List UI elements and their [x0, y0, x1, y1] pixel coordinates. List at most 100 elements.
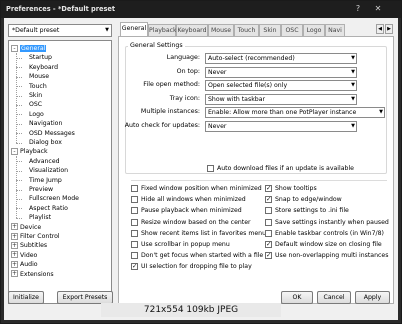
tree-item-advanced[interactable]: Advanced [29, 157, 60, 166]
expand-icon[interactable]: + [11, 223, 18, 231]
expand-icon[interactable]: + [11, 241, 18, 249]
setting-combo-value: Open selected file(s) only [208, 82, 288, 89]
tree-item-playback[interactable]: - Playback [11, 147, 48, 156]
tab-skin[interactable]: Skin [259, 24, 281, 36]
expand-icon[interactable]: + [11, 251, 18, 259]
tree-item-skin[interactable]: Skin [29, 91, 42, 100]
checkbox-icon[interactable] [265, 229, 272, 237]
tree-item-dialog-box[interactable]: Dialog box [29, 138, 62, 147]
tree-item-startup[interactable]: Startup [29, 53, 52, 62]
checkbox-icon[interactable] [131, 252, 138, 260]
chevron-down-icon: ▼ [351, 68, 355, 75]
tab-touch[interactable]: Touch [234, 24, 259, 36]
tree-item-osc[interactable]: OSC [29, 100, 42, 109]
option-checkbox[interactable]: Save settings instantly when paused [265, 218, 389, 227]
tab-scroll-right-icon[interactable]: ▶ [385, 24, 393, 34]
checkbox-icon[interactable] [131, 229, 138, 237]
tree-item-fullscreen-mode[interactable]: Fullscreen Mode [29, 194, 79, 203]
checkbox-icon[interactable] [131, 185, 138, 192]
tree-item-label: Preview [29, 186, 54, 193]
checkbox-checked-icon[interactable]: ✓ [131, 263, 138, 271]
setting-combo[interactable]: Show with taskbar ▼ [205, 93, 357, 105]
cancel-button[interactable]: Cancel [317, 291, 351, 304]
setting-combo[interactable]: Open selected file(s) only ▼ [205, 80, 357, 91]
tree-item-aspect-ratio[interactable]: Aspect Ratio [29, 204, 68, 213]
checkbox-icon[interactable] [131, 207, 138, 215]
checkbox-icon[interactable] [131, 218, 138, 226]
tab-navi[interactable]: Navi [325, 24, 345, 36]
tab-keyboard[interactable]: Keyboard [176, 24, 208, 36]
tab-general[interactable]: General [120, 22, 148, 36]
checkbox-icon[interactable] [207, 165, 214, 172]
checkbox-icon[interactable] [265, 218, 272, 226]
checkbox-checked-icon[interactable]: ✓ [265, 185, 272, 192]
collapse-icon[interactable]: - [11, 147, 18, 155]
checkbox-icon[interactable] [131, 241, 138, 248]
dialog-client: *Default preset ▼ - General Startup Keyboar… [4, 18, 398, 320]
setting-combo[interactable]: Enable: Allow more than one PotPlayer in… [205, 107, 385, 118]
collapse-icon[interactable]: - [11, 44, 18, 52]
option-checkbox[interactable]: Hide all windows when minimized [131, 196, 246, 204]
tree-item-time-jump[interactable]: Time Jump [29, 176, 62, 185]
option-checkbox[interactable]: ✓ UI selection for dropping file to play [131, 263, 252, 271]
expand-icon[interactable]: + [11, 260, 18, 268]
general-settings-title: General Settings [128, 42, 185, 49]
expand-icon[interactable]: + [11, 270, 18, 278]
option-checkbox[interactable]: Store settings to .ini file [265, 207, 349, 215]
checkbox-icon[interactable] [131, 196, 138, 204]
preset-select[interactable]: *Default preset ▼ [8, 24, 112, 37]
tree-item-logo[interactable]: Logo [29, 110, 44, 119]
option-checkbox[interactable]: ✓ Use non-overlapping multi instances [265, 252, 388, 260]
ok-button[interactable]: OK [281, 291, 313, 304]
option-checkbox[interactable]: Enable taskbar controls (in Win7/8) [265, 229, 384, 238]
tree-item-general[interactable]: - General [11, 44, 47, 53]
tab-scroll-left-icon[interactable]: ◀ [376, 24, 384, 34]
tree-item-audio[interactable]: + Audio [11, 260, 38, 269]
setting-combo[interactable]: Never ▼ [205, 120, 357, 132]
tree-item-osd-messages[interactable]: OSD Messages [29, 129, 75, 138]
apply-button[interactable]: Apply [355, 291, 390, 304]
setting-combo[interactable]: Never ▼ [205, 66, 357, 78]
option-checkbox[interactable]: Resize window based on the center [131, 218, 251, 227]
tree-item-navigation[interactable]: Navigation [29, 119, 62, 128]
tree-item-preview[interactable]: Preview [29, 185, 53, 194]
tree-item-subtitles[interactable]: + Subtitles [11, 241, 47, 250]
settings-tree[interactable]: - General Startup Keyboard Mouse Touch Skin OSC… [8, 40, 112, 304]
setting-label: Multiple instances: [140, 108, 200, 115]
setting-combo[interactable]: Auto-select (recommended) ▼ [205, 53, 357, 64]
tab-osc[interactable]: OSC [281, 24, 303, 36]
preferences-window: Preferences - *Default preset ? ✕ *Defau… [0, 0, 402, 324]
general-tab-page: General Settings Language: Auto-select (r… [118, 36, 394, 304]
tab-playback[interactable]: Playback [148, 24, 177, 36]
checkbox-checked-icon[interactable]: ✓ [265, 196, 272, 204]
tree-item-playlist[interactable]: Playlist [29, 213, 51, 222]
option-checkbox[interactable]: Pause playback when minimized [131, 207, 242, 215]
initialize-button[interactable]: Initialize [8, 291, 44, 304]
tree-item-video[interactable]: + Video [11, 251, 37, 260]
option-checkbox[interactable]: Use scrollbar in popup menu [131, 241, 230, 249]
chevron-down-icon: ▼ [351, 122, 355, 129]
tree-item-device[interactable]: + Device [11, 223, 41, 232]
tree-item-touch[interactable]: Touch [29, 82, 47, 91]
checkbox-label: Snap to edge/window [275, 196, 342, 204]
close-icon[interactable]: ✕ [371, 3, 385, 15]
option-checkbox[interactable]: ✓ Default window size on closing file [265, 241, 382, 249]
tree-item-keyboard[interactable]: Keyboard [29, 63, 58, 72]
tree-item-extensions[interactable]: + Extensions [11, 270, 54, 279]
tree-item-filter-control[interactable]: + Filter Control [11, 232, 60, 241]
option-checkbox[interactable]: ✓ Snap to edge/window [265, 196, 342, 204]
tab-logo[interactable]: Logo [303, 24, 325, 36]
auto-download-checkbox[interactable]: Auto download files if an update is avai… [207, 165, 354, 173]
checkbox-checked-icon[interactable]: ✓ [265, 241, 272, 248]
tab-mouse[interactable]: Mouse [208, 24, 234, 36]
option-checkbox[interactable]: Fixed window position when minimized [131, 185, 262, 193]
tree-item-visualization[interactable]: Visualization [29, 166, 68, 175]
option-checkbox[interactable]: Don't get focus when started with a file [131, 252, 263, 260]
option-checkbox[interactable]: ✓ Show tooltips [265, 185, 317, 193]
checkbox-checked-icon[interactable]: ✓ [265, 252, 272, 260]
checkbox-icon[interactable] [265, 207, 272, 215]
expand-icon[interactable]: + [11, 232, 18, 240]
tree-item-mouse[interactable]: Mouse [29, 72, 49, 81]
option-checkbox[interactable]: Show recent items list in favorites menu [131, 229, 266, 238]
help-icon[interactable]: ? [351, 3, 365, 15]
